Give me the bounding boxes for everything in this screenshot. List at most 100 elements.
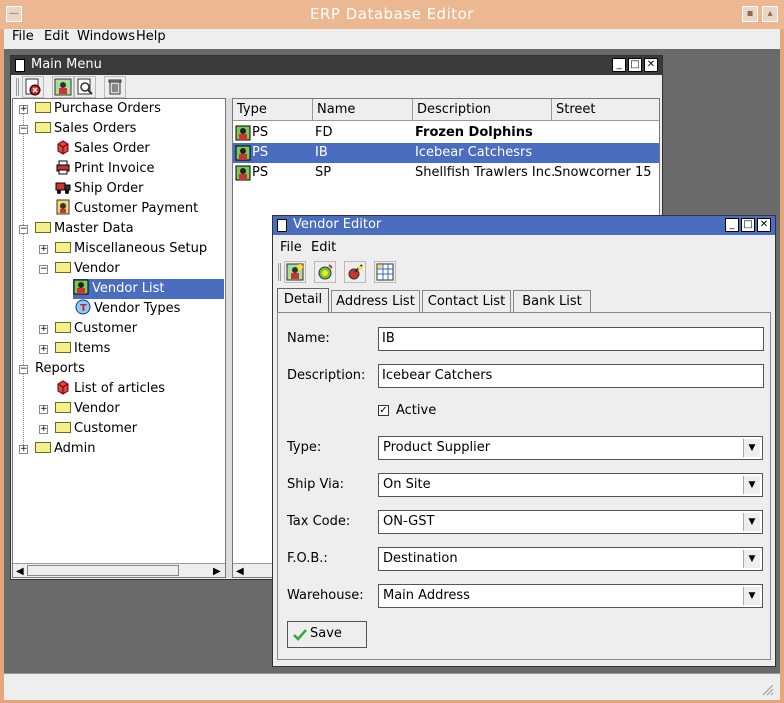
main-menu-close-button[interactable]: ✕ bbox=[644, 58, 658, 72]
tree-item-purchase-orders[interactable]: Purchase Orders bbox=[35, 99, 161, 119]
column-header-description[interactable]: Description bbox=[413, 99, 552, 121]
tree-horizontal-scrollbar[interactable]: ◀ ▶ bbox=[13, 563, 225, 577]
close-red-icon bbox=[25, 78, 41, 96]
tree-item-admin[interactable]: Admin bbox=[35, 439, 95, 459]
fob-select[interactable]: Destination ▼ bbox=[378, 547, 763, 571]
tree-item-reports-customer[interactable]: Customer bbox=[55, 419, 137, 439]
minimize-button[interactable]: ▪ bbox=[742, 6, 758, 22]
editor-menu-file[interactable]: File bbox=[280, 240, 302, 255]
chevron-down-icon[interactable]: ▼ bbox=[743, 513, 760, 531]
collapse-vendor[interactable]: − bbox=[39, 265, 48, 274]
tree-item-reports[interactable]: Reports bbox=[35, 359, 85, 379]
expand-purchase-orders[interactable]: + bbox=[19, 105, 28, 114]
active-checkbox[interactable]: ✓ bbox=[378, 405, 389, 416]
scroll-left-arrow[interactable]: ◀ bbox=[16, 566, 24, 577]
expand-items[interactable]: + bbox=[39, 345, 48, 354]
toolbar-grip[interactable] bbox=[16, 78, 19, 96]
maximize-button[interactable]: ▴ bbox=[762, 6, 778, 22]
main-menu-titlebar[interactable]: Main Menu _ □ ✕ bbox=[11, 56, 662, 75]
collapse-reports[interactable]: − bbox=[19, 365, 28, 374]
tree-item-vendor-list[interactable]: Vendor List bbox=[73, 279, 224, 299]
type-label: Type: bbox=[287, 440, 322, 455]
tree-item-print-invoice[interactable]: Print Invoice bbox=[55, 159, 155, 179]
cube-icon bbox=[57, 140, 69, 155]
cell-type: PS bbox=[252, 165, 269, 180]
vendor-editor-maximize-button[interactable]: □ bbox=[741, 218, 755, 232]
search-button[interactable] bbox=[74, 76, 96, 98]
table-row[interactable]: PS SP Shellfish Trawlers Inc. Snowcorner… bbox=[233, 163, 657, 183]
description-field[interactable]: Icebear Catchers bbox=[378, 364, 764, 388]
menu-help[interactable]: Help bbox=[136, 29, 166, 49]
status-bar bbox=[4, 673, 780, 700]
find-user-button[interactable] bbox=[52, 76, 74, 98]
column-header-type[interactable]: Type bbox=[233, 99, 313, 121]
expand-reports-customer[interactable]: + bbox=[39, 425, 48, 434]
expand-misc-setup[interactable]: + bbox=[39, 245, 48, 254]
table-row[interactable]: PS FD Frozen Dolphins bbox=[233, 123, 657, 143]
close-tree-button[interactable] bbox=[22, 76, 44, 98]
window-menu-button[interactable]: — bbox=[6, 6, 22, 22]
tree-item-list-of-articles[interactable]: List of articles bbox=[55, 379, 165, 399]
table-row-selected[interactable]: PS IB Icebear Catchesrs bbox=[233, 143, 659, 163]
tree-item-reports-vendor[interactable]: Vendor bbox=[55, 399, 120, 419]
warehouse-select[interactable]: Main Address ▼ bbox=[378, 584, 763, 608]
column-header-name[interactable]: Name bbox=[313, 99, 413, 121]
vendor-editor-menubar: File Edit bbox=[273, 236, 775, 258]
tree-item-sales-order[interactable]: Sales Order bbox=[55, 139, 150, 159]
tree-item-ship-order[interactable]: Ship Order bbox=[55, 179, 143, 199]
vendor-editor-close-button[interactable]: ✕ bbox=[757, 218, 771, 232]
ship-via-select[interactable]: On Site ▼ bbox=[378, 473, 763, 497]
expand-customer[interactable]: + bbox=[39, 325, 48, 334]
tree-item-sales-orders[interactable]: Sales Orders bbox=[35, 119, 136, 139]
collapse-sales-orders[interactable]: − bbox=[19, 125, 28, 134]
main-menu-maximize-button[interactable]: □ bbox=[628, 58, 642, 72]
scroll-right-arrow[interactable]: ▶ bbox=[213, 566, 221, 577]
scroll-thumb[interactable] bbox=[27, 565, 179, 576]
tab-contact-list[interactable]: Contact List bbox=[422, 290, 511, 313]
tree-item-master-data[interactable]: Master Data bbox=[35, 219, 134, 239]
tree-item-misc-setup[interactable]: Miscellaneous Setup bbox=[55, 239, 207, 259]
chevron-down-icon[interactable]: ▼ bbox=[743, 439, 760, 457]
chevron-down-icon[interactable]: ▼ bbox=[743, 476, 760, 494]
tax-code-select[interactable]: ON-GST ▼ bbox=[378, 510, 763, 534]
edit-record-button[interactable] bbox=[344, 261, 366, 283]
list-view-button[interactable] bbox=[374, 261, 396, 283]
menu-windows[interactable]: Windows bbox=[77, 29, 135, 49]
tab-address-list[interactable]: Address List bbox=[331, 290, 420, 313]
vendor-editor-titlebar[interactable]: Vendor Editor _ □ ✕ bbox=[273, 216, 775, 235]
chevron-down-icon[interactable]: ▼ bbox=[743, 587, 760, 605]
edit-icon bbox=[348, 264, 363, 280]
main-menu-minimize-button[interactable]: _ bbox=[612, 58, 626, 72]
menu-file[interactable]: File bbox=[12, 29, 34, 49]
name-field[interactable]: IB bbox=[378, 327, 764, 351]
tab-bank-list[interactable]: Bank List bbox=[513, 290, 591, 313]
tax-code-value: ON-GST bbox=[383, 514, 435, 529]
tree-item-items[interactable]: Items bbox=[55, 339, 110, 359]
menu-edit[interactable]: Edit bbox=[44, 29, 69, 49]
editor-menu-edit[interactable]: Edit bbox=[311, 240, 336, 255]
expand-reports-vendor[interactable]: + bbox=[39, 405, 48, 414]
warehouse-value: Main Address bbox=[383, 588, 470, 603]
payment-icon bbox=[56, 199, 70, 215]
tab-detail[interactable]: Detail bbox=[277, 288, 329, 313]
expand-admin[interactable]: + bbox=[19, 445, 28, 454]
collapse-master-data[interactable]: − bbox=[19, 225, 28, 234]
vendor-icon bbox=[235, 145, 251, 161]
tree-item-customer[interactable]: Customer bbox=[55, 319, 137, 339]
tree-item-vendor-types[interactable]: T Vendor Types bbox=[75, 299, 180, 319]
tree-item-vendor[interactable]: Vendor bbox=[55, 259, 120, 279]
refresh-button[interactable] bbox=[314, 261, 336, 283]
description-label: Description: bbox=[287, 368, 366, 383]
toolbar-grip[interactable] bbox=[278, 263, 281, 281]
column-header-street[interactable]: Street bbox=[552, 99, 659, 121]
scroll-left-arrow[interactable]: ◀ bbox=[236, 566, 244, 577]
new-vendor-button[interactable] bbox=[284, 261, 306, 283]
resize-grip-icon[interactable] bbox=[762, 684, 774, 696]
vendor-editor-minimize-button[interactable]: _ bbox=[725, 218, 739, 232]
delete-button[interactable] bbox=[104, 76, 126, 98]
tree-item-customer-payment[interactable]: Customer Payment bbox=[55, 199, 198, 219]
save-button-label: Save bbox=[310, 626, 342, 641]
type-select[interactable]: Product Supplier ▼ bbox=[378, 436, 763, 460]
chevron-down-icon[interactable]: ▼ bbox=[743, 550, 760, 568]
save-button[interactable]: Save bbox=[287, 621, 367, 648]
